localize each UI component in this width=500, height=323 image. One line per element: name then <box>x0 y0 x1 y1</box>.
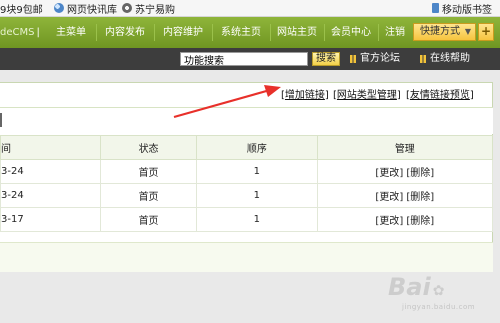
table-row: 3-17 首页 1 [更改] [删除] <box>0 207 494 232</box>
cell-status: 首页 <box>100 159 198 184</box>
nav-item-publish[interactable]: 内容发布 <box>98 17 152 48</box>
table-row: 3-24 首页 1 [更改] [删除] <box>0 159 494 184</box>
nav-label: 注销 <box>385 27 405 38</box>
column-header-manage: 管理 <box>316 135 494 160</box>
nav-label: 网站主页 <box>277 27 317 38</box>
cell-order: 1 <box>196 159 318 184</box>
search-button[interactable]: 搜索 <box>312 52 340 66</box>
bookmark-item[interactable]: 9块9包邮 <box>0 2 43 16</box>
edit-link[interactable]: 更改 <box>379 168 399 179</box>
column-header-order: 顺序 <box>196 135 318 160</box>
nav-label: 内容维护 <box>163 27 203 38</box>
links-table: 间 状态 顺序 管理 3-24 首页 1 [更改] [删除] 3-24 首页 1… <box>0 135 494 232</box>
gear-icon <box>122 3 132 13</box>
watermark-text: Bai <box>388 273 431 301</box>
official-forum-label: 官方论坛 <box>360 53 400 64</box>
chevron-down-icon: ▼ <box>464 27 471 36</box>
edit-link[interactable]: 更改 <box>379 216 399 227</box>
nav-label: 系统主页 <box>221 27 261 38</box>
cell-order: 1 <box>196 183 318 208</box>
delete-link[interactable]: 删除 <box>410 168 430 179</box>
add-link-label: 增加链接 <box>284 90 325 101</box>
cell-status: 首页 <box>100 207 198 232</box>
site-type-manage-label: 网站类型管理 <box>336 90 397 101</box>
add-shortcut-button[interactable]: + <box>478 23 494 41</box>
nav-label: 会员中心 <box>331 27 371 38</box>
nav-item-member-center[interactable]: 会员中心 <box>326 17 376 48</box>
bookmark-label: 9块9包邮 <box>0 4 43 16</box>
friend-link-preview-label: 友情链接预览 <box>409 90 470 101</box>
bookmark-label: 网页快讯库 <box>67 4 117 16</box>
paw-icon: ✿ <box>432 283 445 299</box>
nav-divider <box>154 24 155 41</box>
bookmark-label: 移动版书签 <box>442 4 492 16</box>
quick-access-label: 快捷方式 <box>420 26 460 37</box>
edit-link[interactable]: 更改 <box>379 192 399 203</box>
toolbar-divider <box>0 113 2 127</box>
bookmark-item[interactable]: 网页快讯库 <box>54 2 117 16</box>
globe-icon <box>54 3 64 13</box>
cell-manage: [更改] [删除] <box>316 207 494 232</box>
bookmark-label: 苏宁易购 <box>135 4 175 16</box>
nav-item-logout[interactable]: 注销 <box>380 17 410 48</box>
add-link-link[interactable]: [增加链接] <box>281 86 329 101</box>
cell-date: 3-24 <box>0 159 102 184</box>
bookmark-item[interactable]: 移动版书签 <box>432 2 492 16</box>
column-header-status: 状态 <box>100 135 198 160</box>
nav-divider <box>212 24 213 41</box>
nav-item-maintain[interactable]: 内容维护 <box>156 17 210 48</box>
official-forum-link[interactable]: 官方论坛 <box>350 52 400 66</box>
nav-divider <box>96 24 97 41</box>
delete-link[interactable]: 删除 <box>410 216 430 227</box>
brand-divider: | <box>36 27 40 38</box>
panel-footer <box>0 242 493 272</box>
online-help-link[interactable]: 在线帮助 <box>420 52 470 66</box>
table-header-row: 间 状态 顺序 管理 <box>0 135 494 160</box>
cell-date: 3-24 <box>0 183 102 208</box>
search-button-label: 搜索 <box>316 53 336 64</box>
watermark-subtext: jingyan.baidu.com <box>402 303 476 311</box>
cell-order: 1 <box>196 207 318 232</box>
nav-label: 主菜单 <box>56 27 86 38</box>
nav-divider <box>378 24 379 41</box>
bookmark-item[interactable]: 苏宁易购 <box>122 2 175 16</box>
site-type-manage-link[interactable]: [网站类型管理] <box>333 86 401 101</box>
online-help-label: 在线帮助 <box>430 53 470 64</box>
panel-toolbar <box>0 108 493 134</box>
nav-item-system-home[interactable]: 系统主页 <box>214 17 268 48</box>
nav-divider <box>324 24 325 41</box>
brand-logo: deCMS | <box>0 17 46 48</box>
cell-status: 首页 <box>100 183 198 208</box>
help-icon <box>420 55 426 63</box>
nav-label: 内容发布 <box>105 27 145 38</box>
function-search-input[interactable] <box>180 52 308 66</box>
cell-manage: [更改] [删除] <box>316 159 494 184</box>
cell-date: 3-17 <box>0 207 102 232</box>
plus-icon: + <box>480 24 492 38</box>
nav-item-site-home[interactable]: 网站主页 <box>272 17 322 48</box>
column-header-time: 间 <box>0 135 102 160</box>
delete-link[interactable]: 删除 <box>410 192 430 203</box>
nav-item-main-menu[interactable]: 主菜单 <box>48 17 94 48</box>
forum-icon <box>350 55 356 63</box>
quick-access-button[interactable]: 快捷方式 ▼ <box>413 23 476 41</box>
mobile-icon <box>432 3 439 13</box>
brand-text: deCMS <box>0 27 35 38</box>
table-row: 3-24 首页 1 [更改] [删除] <box>0 183 494 208</box>
friend-link-preview-link[interactable]: [友情链接预览] <box>406 86 474 101</box>
cell-manage: [更改] [删除] <box>316 183 494 208</box>
nav-divider <box>270 24 271 41</box>
